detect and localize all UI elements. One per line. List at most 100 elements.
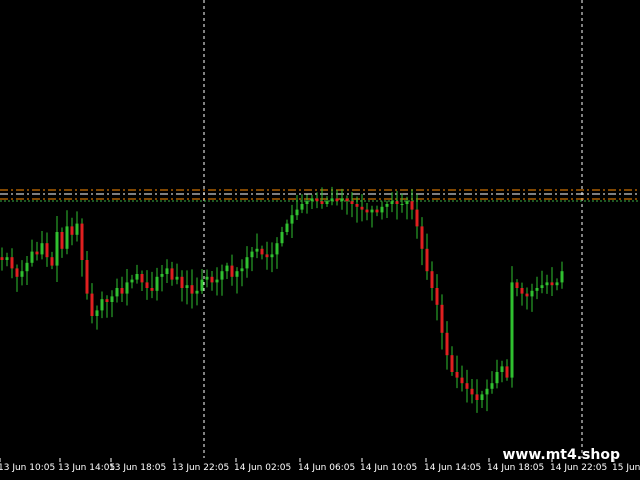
candle-body bbox=[15, 268, 19, 277]
candle-body bbox=[435, 288, 439, 305]
candle bbox=[490, 371, 494, 394]
horizontal-levels bbox=[0, 189, 640, 202]
candle bbox=[370, 205, 374, 228]
candle-body bbox=[150, 288, 154, 291]
candle bbox=[70, 217, 74, 246]
candle bbox=[300, 194, 304, 214]
candle bbox=[375, 205, 379, 217]
candle bbox=[530, 283, 534, 312]
candle-body bbox=[80, 223, 84, 260]
candle-body bbox=[145, 282, 149, 288]
candle bbox=[445, 321, 449, 370]
candle bbox=[540, 270, 544, 294]
candle-body bbox=[365, 209, 369, 213]
candle bbox=[10, 248, 14, 279]
candle bbox=[520, 282, 524, 306]
candle bbox=[215, 267, 219, 296]
candle bbox=[440, 294, 444, 350]
candle-body bbox=[325, 201, 329, 204]
candle-body bbox=[195, 290, 199, 294]
candle-body bbox=[450, 355, 454, 372]
candlestick-chart[interactable]: 13 Jun 10:05 13 Jun 14:0513 Jun 18:05 13 J… bbox=[0, 0, 640, 480]
candle-body bbox=[335, 198, 339, 202]
candle bbox=[100, 291, 104, 319]
candle-body bbox=[310, 198, 314, 202]
candle bbox=[95, 305, 99, 330]
watermark-text: www.mt4.shop bbox=[502, 447, 620, 463]
candle bbox=[360, 193, 364, 222]
candle bbox=[230, 254, 234, 286]
candle bbox=[240, 259, 244, 287]
candle bbox=[405, 196, 409, 220]
candle-body bbox=[420, 226, 424, 249]
candle-body bbox=[130, 279, 134, 283]
candle bbox=[125, 268, 129, 306]
candle bbox=[335, 189, 339, 206]
candle-body bbox=[345, 198, 349, 202]
candle-body bbox=[305, 201, 309, 204]
candle bbox=[165, 259, 169, 283]
candle-body bbox=[265, 254, 269, 258]
candle-body bbox=[385, 204, 389, 207]
candle bbox=[130, 274, 134, 289]
candle-body bbox=[350, 201, 354, 204]
candle-body bbox=[400, 204, 404, 205]
candle-body bbox=[485, 388, 489, 395]
candle bbox=[345, 195, 349, 215]
candle bbox=[285, 219, 289, 236]
candle-body bbox=[20, 271, 24, 277]
candle bbox=[515, 279, 519, 297]
chart-window[interactable]: 13 Jun 10:05 13 Jun 14:05 13 Jun 18:05 13 J… bbox=[0, 0, 640, 480]
candle-body bbox=[125, 282, 129, 294]
candle-body bbox=[360, 206, 364, 210]
candle bbox=[500, 360, 504, 383]
candle bbox=[35, 241, 39, 261]
candle bbox=[40, 230, 44, 260]
candle-body bbox=[220, 271, 224, 280]
candle bbox=[395, 190, 399, 220]
candle bbox=[460, 365, 464, 392]
candle-body bbox=[105, 299, 109, 302]
candle-body bbox=[440, 304, 444, 333]
candle bbox=[365, 203, 369, 221]
candle bbox=[290, 204, 294, 239]
candle bbox=[150, 271, 154, 299]
candle bbox=[380, 201, 384, 220]
candle bbox=[220, 264, 224, 296]
candle bbox=[350, 192, 354, 218]
candle-body bbox=[290, 215, 294, 224]
time-axis-label: 15 Jun bbox=[612, 463, 640, 473]
candle-body bbox=[35, 251, 39, 255]
candle bbox=[475, 379, 479, 413]
candle-body bbox=[430, 271, 434, 288]
candle-body bbox=[180, 276, 184, 288]
candle-body bbox=[190, 285, 194, 294]
candle-body bbox=[415, 209, 419, 227]
candle bbox=[115, 278, 119, 303]
candle-body bbox=[470, 388, 474, 395]
candle bbox=[200, 269, 204, 294]
candle-body bbox=[245, 257, 249, 269]
candle bbox=[550, 267, 554, 296]
candle-body bbox=[225, 265, 229, 272]
candle-body bbox=[110, 296, 114, 302]
candle bbox=[505, 359, 509, 381]
candle-body bbox=[65, 226, 69, 249]
candle bbox=[485, 379, 489, 412]
candle-body bbox=[45, 243, 49, 258]
candle bbox=[535, 276, 539, 300]
candle bbox=[140, 270, 144, 291]
time-axis-label: 14 Jun 18:05 bbox=[487, 463, 544, 473]
candle bbox=[315, 192, 319, 209]
candle-body bbox=[510, 282, 514, 378]
candle bbox=[385, 200, 389, 219]
candle-body bbox=[295, 209, 299, 216]
candle bbox=[420, 217, 424, 266]
candle bbox=[305, 194, 309, 214]
candle bbox=[270, 242, 274, 273]
candle-body bbox=[40, 243, 44, 255]
candle-body bbox=[445, 332, 449, 356]
candle-body bbox=[320, 201, 324, 204]
candle-body bbox=[525, 293, 529, 297]
candle-body bbox=[260, 248, 264, 255]
